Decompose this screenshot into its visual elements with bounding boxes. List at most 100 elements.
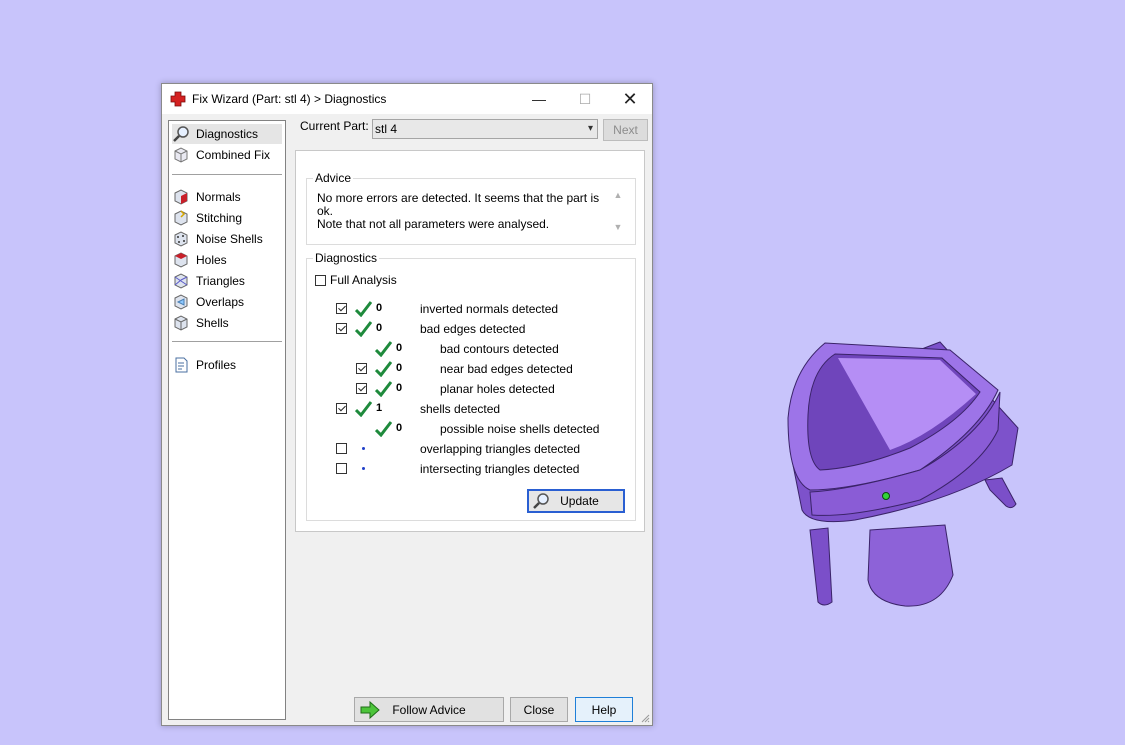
sidebar-item-label: Overlaps [196, 295, 245, 309]
diagnostic-row-intersecting-triangles: intersecting triangles detected [307, 460, 627, 478]
advice-line-1: No more errors are detected. It seems th… [317, 191, 600, 218]
current-part-label: Current Part: [300, 119, 369, 133]
row-checkbox[interactable] [356, 383, 367, 394]
maximize-button[interactable]: ☐ [562, 84, 608, 114]
diagnostics-title: Diagnostics [313, 251, 380, 265]
green-check-icon [375, 381, 392, 397]
follow-advice-label: Follow Advice [392, 702, 466, 717]
part-3d-model[interactable] [780, 340, 1025, 615]
row-checkbox[interactable] [336, 323, 347, 334]
title-bar[interactable]: Fix Wizard (Part: stl 4) > Diagnostics —… [162, 84, 652, 114]
diagnostics-group: Diagnostics Full Analysis 0 inverted nor… [306, 251, 636, 521]
current-part-select[interactable]: stl 4 ▾ [372, 119, 598, 139]
magnifier-icon [533, 493, 549, 509]
red-cross-icon [170, 91, 186, 107]
close-window-button[interactable]: ✕ [607, 84, 653, 114]
sidebar-item-label: Noise Shells [196, 232, 263, 246]
not-analysed-dot-icon [362, 447, 365, 450]
diagnostic-row-inverted-normals: 0 inverted normals detected [307, 300, 627, 318]
sidebar-item-triangles[interactable]: Triangles [172, 271, 282, 291]
next-button[interactable]: Next [603, 119, 648, 141]
advice-scrollbar[interactable]: ▲ ▼ [611, 190, 625, 236]
update-label: Update [560, 494, 599, 508]
green-arrow-icon [360, 701, 380, 719]
not-analysed-dot-icon [362, 467, 365, 470]
diagnostic-row-bad-contours: 0 bad contours detected [307, 340, 627, 358]
triangles-icon [174, 273, 188, 289]
row-checkbox[interactable] [336, 463, 347, 474]
row-count: 0 [376, 322, 383, 334]
diagnostic-row-shells: 1 shells detected [307, 400, 627, 418]
diagnostic-row-near-bad-edges: 0 near bad edges detected [307, 360, 627, 378]
overlaps-icon [174, 294, 188, 310]
sidebar-item-holes[interactable]: Holes [172, 250, 282, 270]
scroll-up-icon[interactable]: ▲ [611, 190, 625, 200]
diagnostic-row-planar-holes: 0 planar holes detected [307, 380, 627, 398]
row-label: bad contours detected [440, 342, 559, 356]
row-label: possible noise shells detected [440, 422, 600, 436]
row-count: 0 [376, 302, 383, 314]
full-analysis-checkbox[interactable] [315, 274, 326, 286]
stitching-icon [174, 210, 188, 226]
chevron-down-icon: ▾ [587, 123, 593, 134]
green-check-icon [375, 421, 392, 437]
wizard-sidebar: Diagnostics Combined Fix Normals Stitchi… [168, 120, 286, 720]
sidebar-item-combined-fix[interactable]: Combined Fix [172, 145, 282, 165]
sidebar-item-diagnostics[interactable]: Diagnostics [172, 124, 282, 144]
scroll-down-icon[interactable]: ▼ [611, 222, 625, 232]
full-analysis-option[interactable]: Full Analysis [315, 273, 397, 287]
green-check-icon [355, 321, 372, 337]
row-label: intersecting triangles detected [420, 462, 580, 476]
advice-text: No more errors are detected. It seems th… [317, 192, 602, 231]
row-label: shells detected [420, 402, 501, 416]
green-check-icon [375, 341, 392, 357]
fix-wizard-dialog: Fix Wizard (Part: stl 4) > Diagnostics —… [161, 83, 653, 726]
row-checkbox[interactable] [356, 363, 367, 374]
row-label: planar holes detected [440, 382, 555, 396]
resize-grip-icon[interactable] [640, 713, 650, 723]
sidebar-item-stitching[interactable]: Stitching [172, 208, 282, 228]
row-checkbox[interactable] [336, 403, 347, 414]
advice-title: Advice [313, 171, 354, 185]
advice-group: Advice No more errors are detected. It s… [306, 171, 636, 245]
combined-fix-icon [174, 147, 188, 163]
magnifier-icon [173, 126, 189, 142]
sidebar-divider [172, 174, 282, 175]
normals-icon [174, 189, 188, 205]
current-part-value: stl 4 [375, 122, 398, 136]
sidebar-item-label: Combined Fix [196, 148, 271, 162]
sidebar-item-noise-shells[interactable]: Noise Shells [172, 229, 282, 249]
diagnostics-panel: Advice No more errors are detected. It s… [295, 150, 645, 532]
profiles-icon [175, 357, 188, 373]
diagnostic-row-overlapping-triangles: overlapping triangles detected [307, 440, 627, 458]
sidebar-item-label: Shells [196, 316, 229, 330]
row-label: overlapping triangles detected [420, 442, 581, 456]
green-check-icon [355, 301, 372, 317]
close-button[interactable]: Close [510, 697, 568, 722]
window-title: Fix Wizard (Part: stl 4) > Diagnostics [192, 92, 387, 106]
minimize-button[interactable]: — [516, 84, 562, 114]
row-label: near bad edges detected [440, 362, 573, 376]
sidebar-item-profiles[interactable]: Profiles [172, 355, 282, 375]
holes-icon [174, 252, 188, 268]
row-checkbox[interactable] [336, 303, 347, 314]
row-count: 0 [396, 422, 403, 434]
row-count: 0 [396, 362, 403, 374]
sidebar-divider [172, 341, 282, 342]
sidebar-item-shells[interactable]: Shells [172, 313, 282, 333]
row-count: 1 [376, 402, 383, 414]
follow-advice-button[interactable]: Follow Advice [354, 697, 504, 722]
sidebar-item-label: Profiles [196, 358, 237, 372]
green-check-icon [355, 401, 372, 417]
row-label: inverted normals detected [420, 302, 559, 316]
sidebar-item-label: Normals [196, 190, 241, 204]
row-count: 0 [396, 342, 403, 354]
row-checkbox[interactable] [336, 443, 347, 454]
sidebar-item-normals[interactable]: Normals [172, 187, 282, 207]
help-button[interactable]: Help [575, 697, 633, 722]
row-label: bad edges detected [420, 322, 526, 336]
update-button[interactable]: Update [527, 489, 625, 513]
sidebar-item-overlaps[interactable]: Overlaps [172, 292, 282, 312]
sidebar-item-label: Holes [196, 253, 227, 267]
full-analysis-label: Full Analysis [330, 273, 397, 287]
